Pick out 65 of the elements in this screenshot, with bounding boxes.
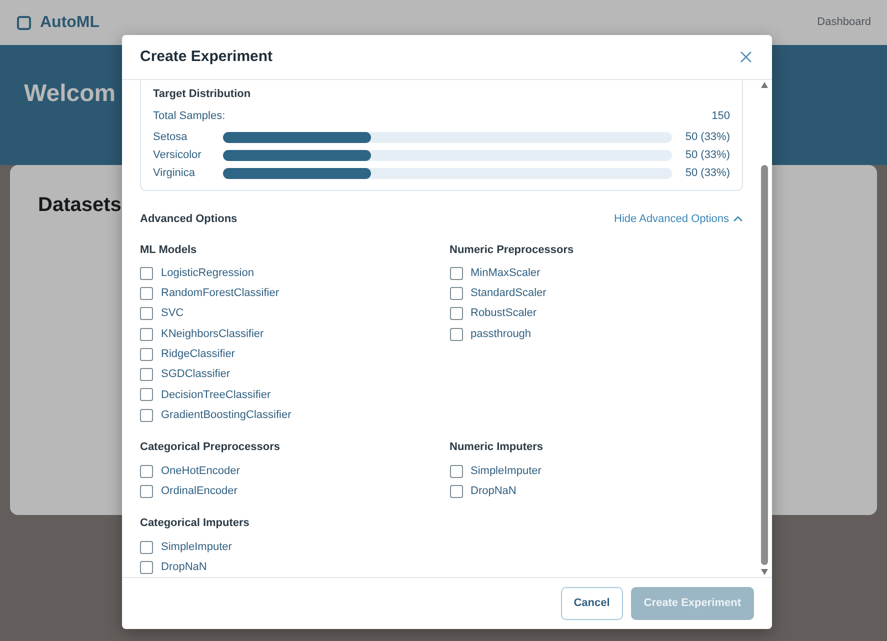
checkbox-option[interactable]: KNeighborsClassifier — [140, 324, 434, 344]
checkbox-option[interactable]: SGDClassifier — [140, 364, 434, 385]
checkbox[interactable] — [450, 307, 462, 320]
checkbox[interactable] — [450, 484, 462, 498]
modal-title: Create Experiment — [140, 48, 273, 66]
group-title: Numeric Imputers — [450, 440, 544, 456]
checkbox-option[interactable]: GradientBoostingClassifier — [140, 405, 434, 426]
checkbox-option[interactable]: SVC — [140, 304, 434, 324]
section-title: Advanced Options — [140, 212, 238, 227]
total-label: Total Samples: — [153, 108, 226, 124]
group-title: ML Models — [140, 242, 198, 258]
close-button[interactable] — [738, 49, 754, 65]
distribution-title: Target Distribution — [153, 87, 252, 102]
checkbox[interactable] — [140, 388, 153, 402]
checkbox[interactable] — [140, 540, 153, 554]
toggle-link[interactable]: Hide Advanced Options — [614, 211, 743, 228]
group-title: Numeric Preprocessors — [450, 242, 575, 258]
checkbox-option[interactable]: passthrough — [450, 324, 743, 344]
checkbox-option[interactable]: OrdinalEncoder — [140, 481, 434, 502]
class-label: Setosa — [153, 130, 188, 145]
checkbox[interactable] — [140, 560, 153, 574]
checkbox-option[interactable]: OneHotEncoder — [140, 460, 434, 482]
checkbox-option[interactable]: DecisionTreeClassifier — [140, 384, 434, 406]
cancel-button[interactable]: Cancel — [560, 587, 623, 620]
logo-icon — [16, 14, 32, 30]
checkbox-option[interactable]: DropNaN — [450, 481, 743, 502]
checkbox[interactable] — [140, 368, 153, 382]
checkbox-option[interactable]: RobustScaler — [450, 304, 743, 324]
class-label: Versicolor — [153, 148, 202, 163]
checkbox-option[interactable]: SimpleImputer — [450, 460, 743, 482]
checkbox-option[interactable]: RidgeClassifier — [140, 344, 434, 364]
checkbox[interactable] — [140, 348, 153, 361]
section-title: Datasets — [38, 193, 122, 218]
checkbox[interactable] — [450, 464, 462, 478]
checkbox[interactable] — [140, 266, 153, 280]
checkbox-option[interactable]: SimpleImputer — [140, 536, 434, 558]
checkbox[interactable] — [140, 408, 153, 422]
checkbox[interactable] — [140, 484, 153, 498]
checkbox-option[interactable]: LogisticRegression — [140, 263, 434, 284]
class-label: Virginica — [153, 166, 196, 181]
checkbox[interactable] — [140, 307, 153, 320]
checkbox[interactable] — [450, 328, 462, 341]
class-count: 50 (33%) — [684, 166, 730, 181]
checkbox[interactable] — [140, 328, 153, 341]
scroll-up-icon[interactable] — [761, 82, 768, 88]
scrollbar-thumb[interactable] — [761, 165, 768, 565]
total-value: 150 — [712, 108, 730, 124]
scrollbar[interactable] — [760, 80, 770, 577]
checkbox-option[interactable]: DropNaN — [140, 557, 434, 577]
checkbox[interactable] — [450, 286, 462, 300]
checkbox-option[interactable]: RandomForestClassifier — [140, 283, 434, 304]
group-title: Categorical Imputers — [140, 516, 250, 532]
class-count: 50 (33%) — [684, 148, 730, 163]
group-title: Categorical Preprocessors — [140, 440, 282, 456]
checkbox[interactable] — [140, 464, 153, 478]
brand-name[interactable]: AutoML — [40, 10, 100, 34]
scroll-down-icon[interactable] — [761, 569, 768, 575]
hero-title: Welcom — [24, 80, 116, 109]
nav-link[interactable]: Dashboard — [817, 14, 871, 31]
checkbox[interactable] — [140, 286, 153, 300]
checkbox-option[interactable]: StandardScaler — [450, 283, 743, 304]
checkbox[interactable] — [450, 266, 462, 280]
checkbox-option[interactable]: MinMaxScaler — [450, 263, 743, 284]
chevron-icon — [733, 215, 743, 224]
class-count: 50 (33%) — [684, 130, 730, 145]
